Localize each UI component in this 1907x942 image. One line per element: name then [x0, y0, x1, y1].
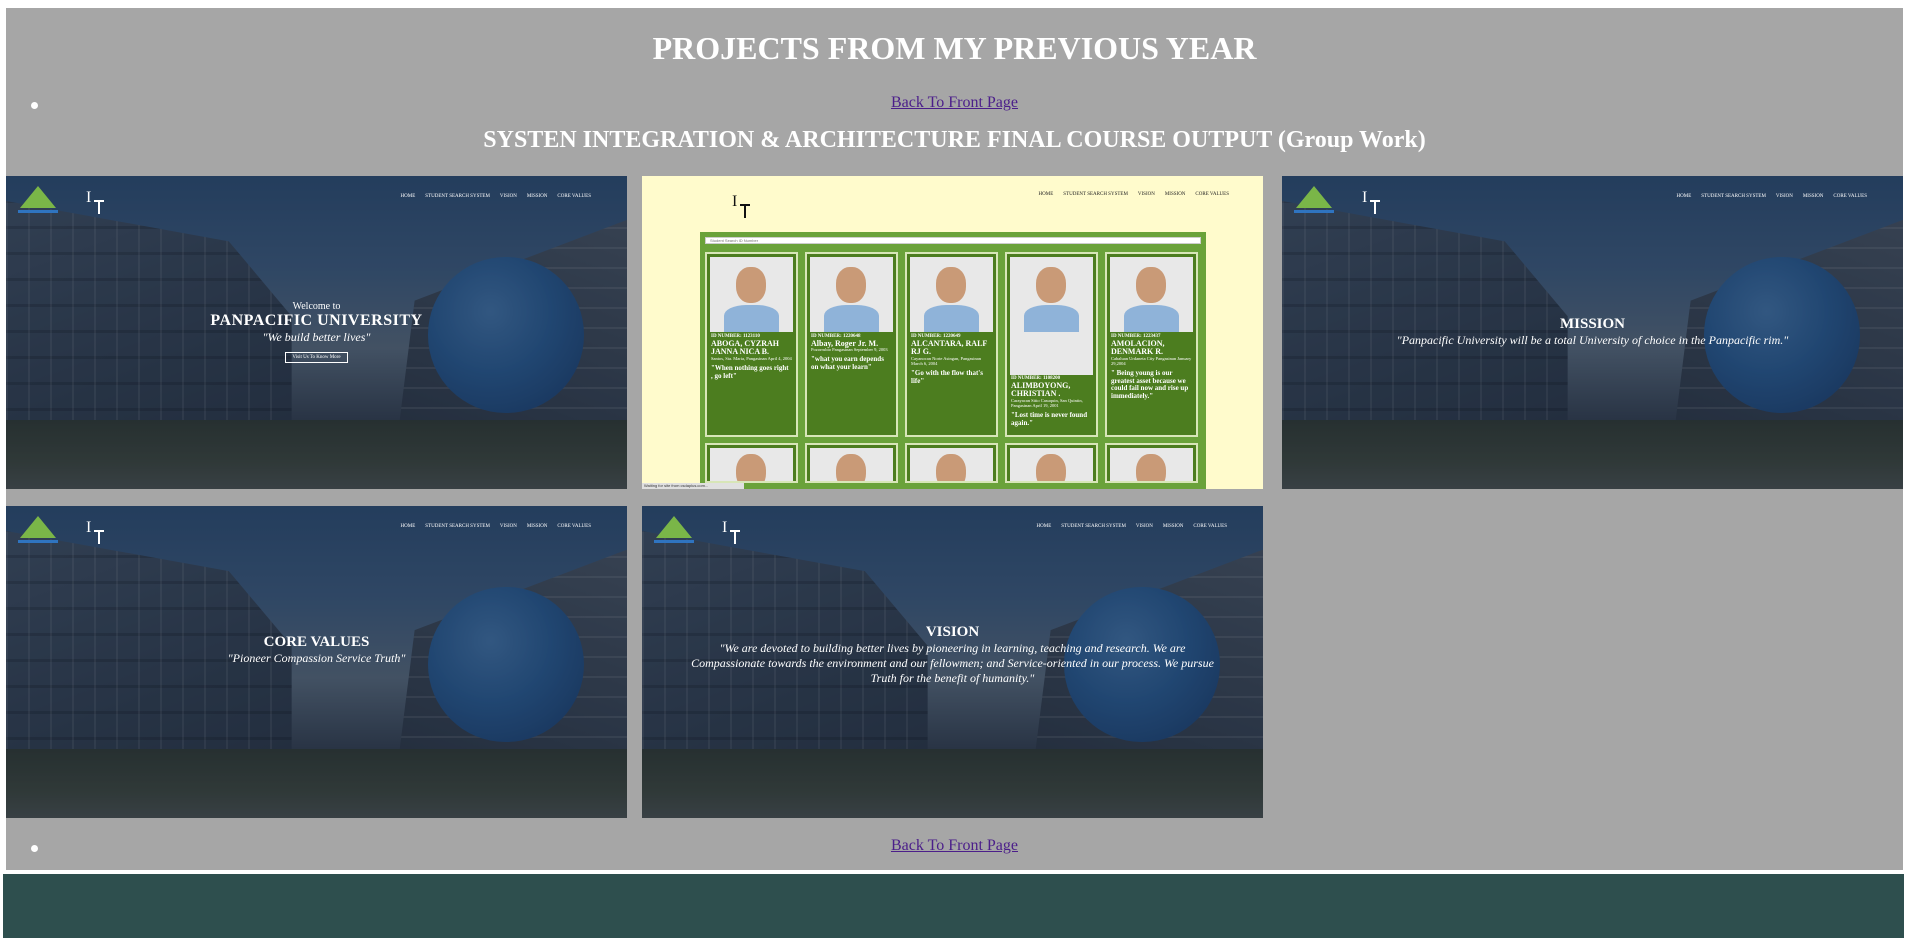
nav-vision: VISION: [1137, 192, 1155, 197]
university-motto: "We build better lives": [262, 330, 371, 344]
site-logo: I: [86, 190, 104, 214]
nav-home: HOME: [1676, 194, 1692, 199]
mission-text: "Panpacific University will be a total U…: [1396, 333, 1789, 347]
site-nav: HOME STUDENT SEARCH SYSTEM VISION MISSIO…: [1677, 194, 1867, 199]
student-photo: [1010, 257, 1093, 375]
student-card: ID NUMBER: 1123110 ABOGA, CYZRAH JANNA N…: [705, 252, 798, 437]
nav-student-search: STUDENT SEARCH SYSTEM: [1061, 524, 1126, 529]
section-title: SYSTEN INTEGRATION & ARCHITECTURE FINAL …: [483, 127, 1426, 153]
nav-mission: MISSION: [526, 194, 548, 199]
nav-home: HOME: [1036, 524, 1052, 529]
project-screenshot-core-values[interactable]: I HOME STUDENT SEARCH SYSTEM VISION MISS…: [6, 506, 627, 818]
site-nav: HOME STUDENT SEARCH SYSTEM VISION MISSIO…: [1039, 192, 1229, 197]
nav-home: HOME: [400, 524, 416, 529]
browser-status-bar: Waiting for site from csdaplus.com...: [642, 483, 744, 489]
university-name: PANPACIFIC UNIVERSITY: [210, 312, 423, 329]
student-card: [1005, 443, 1098, 483]
student-photo: [1010, 448, 1093, 481]
student-cards-row: ID NUMBER: 1123110 ABOGA, CYZRAH JANNA N…: [705, 252, 1201, 437]
hero-text: Welcome to PANPACIFIC UNIVERSITY "We bui…: [6, 301, 627, 363]
nav-core-values: CORE VALUES: [1833, 194, 1867, 199]
nav-vision: VISION: [499, 194, 517, 199]
nav-student-search: STUDENT SEARCH SYSTEM: [425, 524, 490, 529]
student-card: ID NUMBER: 1220649 ALCANTARA, RALF RJ G.…: [905, 252, 998, 437]
student-photo: [710, 448, 793, 481]
nav-mission: MISSION: [1802, 194, 1824, 199]
mission-block: MISSION "Panpacific University will be a…: [1282, 316, 1903, 348]
nav-mission: MISSION: [1162, 524, 1184, 529]
project-screenshot-mission[interactable]: I HOME STUDENT SEARCH SYSTEM VISION MISS…: [1282, 176, 1903, 489]
back-link-item-top: Back To Front Page: [6, 93, 1903, 117]
student-photo: [1110, 257, 1193, 332]
core-values-text: "Pioneer Compassion Service Truth": [227, 651, 406, 665]
back-to-front-page-link[interactable]: Back To Front Page: [6, 837, 1903, 855]
projects-section: PROJECTS FROM MY PREVIOUS YEAR Back To F…: [6, 8, 1903, 870]
project-screenshot-vision[interactable]: I HOME STUDENT SEARCH SYSTEM VISION MISS…: [642, 506, 1263, 818]
nav-vision: VISION: [1775, 194, 1793, 199]
panpacific-logo-icon: [1292, 186, 1336, 218]
project-screenshot-student-search[interactable]: I HOME STUDENT SEARCH SYSTEM VISION MISS…: [642, 176, 1263, 489]
student-cards-row: [705, 443, 1201, 483]
student-grid-panel: Student Search ID Number ID NUMBER: 1123…: [700, 232, 1206, 489]
student-photo: [910, 257, 993, 332]
student-photo: [810, 448, 893, 481]
site-logo: I: [86, 520, 104, 544]
site-logo: I: [732, 194, 750, 218]
nav-home: HOME: [400, 194, 416, 199]
core-values-block: CORE VALUES "Pioneer Compassion Service …: [6, 634, 627, 666]
welcome-text: Welcome to: [292, 301, 341, 312]
page-title: PROJECTS FROM MY PREVIOUS YEAR: [652, 30, 1257, 66]
student-card: [1105, 443, 1198, 483]
site-nav: HOME STUDENT SEARCH SYSTEM VISION MISSIO…: [1037, 524, 1227, 529]
nav-core-values: CORE VALUES: [1193, 524, 1227, 529]
nav-vision: VISION: [499, 524, 517, 529]
site-logo: I: [1362, 190, 1380, 214]
student-search-input: Student Search ID Number: [705, 237, 1201, 244]
visit-button: Visit Us To Know More: [285, 352, 348, 363]
nav-student-search: STUDENT SEARCH SYSTEM: [425, 194, 490, 199]
project-screenshot-home[interactable]: I HOME STUDENT SEARCH SYSTEM VISION MISS…: [6, 176, 627, 489]
mission-title: MISSION: [1559, 316, 1626, 332]
vision-block: VISION "We are devoted to building bette…: [682, 624, 1223, 686]
nav-student-search: STUDENT SEARCH SYSTEM: [1063, 192, 1128, 197]
student-photo: [710, 257, 793, 332]
panpacific-logo-icon: [16, 186, 60, 218]
panpacific-logo-icon: [16, 516, 60, 548]
panpacific-logo-icon: [652, 516, 696, 548]
back-to-front-page-link[interactable]: Back To Front Page: [6, 94, 1903, 112]
nav-home: HOME: [1038, 192, 1054, 197]
student-card: [805, 443, 898, 483]
nav-mission: MISSION: [1164, 192, 1186, 197]
page-footer: [3, 872, 1904, 938]
nav-vision: VISION: [1135, 524, 1153, 529]
student-card: ID NUMBER: 1223437 AMOLACION, DENMARK R.…: [1105, 252, 1198, 437]
back-link-item-bottom: Back To Front Page: [6, 836, 1903, 860]
student-card: [905, 443, 998, 483]
student-photo: [910, 448, 993, 481]
student-card: ID NUMBER: 1108200 ALIMBOYONG, CHRISTIAN…: [1005, 252, 1098, 437]
student-card: [705, 443, 798, 483]
nav-core-values: CORE VALUES: [1195, 192, 1229, 197]
student-photo: [810, 257, 893, 332]
vision-title: VISION: [925, 624, 980, 640]
site-logo: I: [722, 520, 740, 544]
site-nav: HOME STUDENT SEARCH SYSTEM VISION MISSIO…: [401, 524, 591, 529]
core-values-title: CORE VALUES: [263, 634, 370, 650]
nav-core-values: CORE VALUES: [557, 194, 591, 199]
student-card: ID NUMBER: 1220648 Albay, Roger Jr. M. P…: [805, 252, 898, 437]
nav-student-search: STUDENT SEARCH SYSTEM: [1701, 194, 1766, 199]
nav-mission: MISSION: [526, 524, 548, 529]
student-photo: [1110, 448, 1193, 481]
site-nav: HOME STUDENT SEARCH SYSTEM VISION MISSIO…: [401, 194, 591, 199]
nav-core-values: CORE VALUES: [557, 524, 591, 529]
vision-text: "We are devoted to building better lives…: [691, 641, 1214, 685]
